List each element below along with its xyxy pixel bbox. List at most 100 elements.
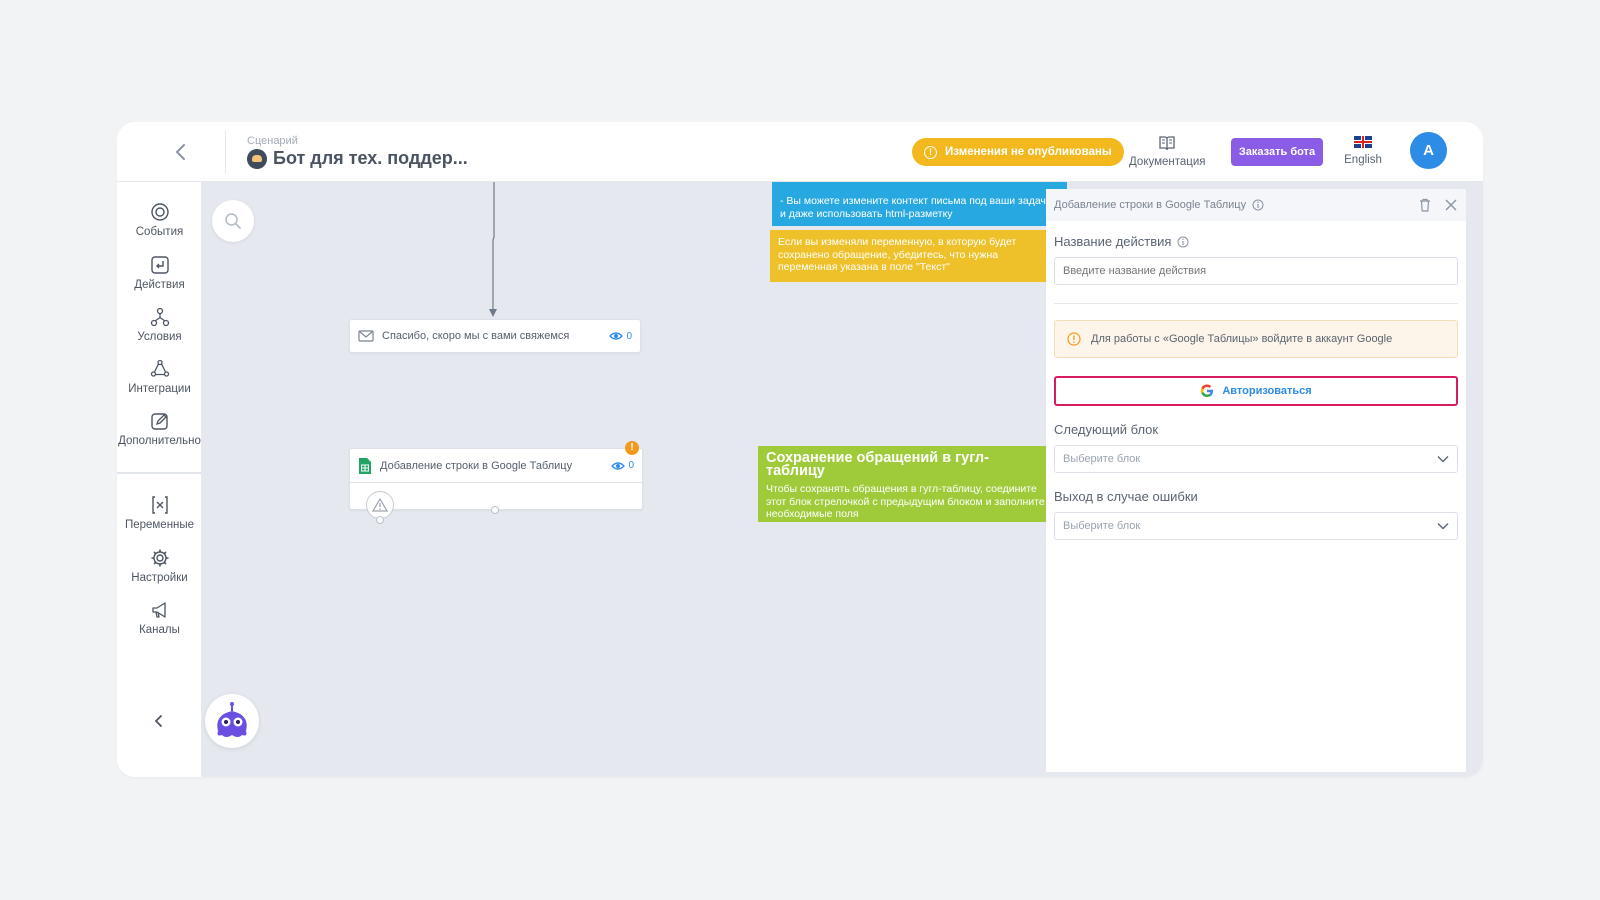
robot-mascot-icon (217, 702, 247, 737)
actions-icon (150, 256, 169, 274)
panel-title: Добавление строки в Google Таблицу (1054, 199, 1247, 211)
error-exit-port[interactable] (366, 491, 394, 519)
info-icon[interactable] (1252, 199, 1264, 211)
sidebar-item-label: Действия (134, 279, 185, 291)
next-block-label: Следующий блок (1054, 422, 1159, 437)
next-block-select-value: Выберите блок (1063, 453, 1141, 465)
megaphone-icon (151, 602, 166, 618)
sidebar-divider (117, 472, 202, 474)
google-sheets-icon (359, 457, 371, 474)
note-green-text: Чтобы сохранять обращения в гугл-таблицу… (766, 483, 1045, 520)
action-settings-panel: Добавление строки в Google Таблицу Назва… (1046, 189, 1466, 772)
conditions-icon (150, 307, 169, 327)
envelope-icon (358, 330, 374, 342)
sidebar-item-label: Переменные (124, 519, 195, 531)
order-bot-button[interactable]: Заказать бота (1231, 138, 1323, 166)
panel-header: Добавление строки в Google Таблицу (1046, 189, 1466, 221)
message-node-label: Спасибо, скоро мы с вами свяжемся (382, 330, 570, 342)
eye-icon (609, 332, 624, 340)
user-avatar[interactable]: A (1410, 132, 1447, 169)
google-login-alert: Для работы с «Google Таблицы» войдите в … (1054, 320, 1458, 358)
panel-divider (1054, 303, 1458, 304)
sidebar-item-label: Настройки (131, 572, 188, 584)
google-sheets-node-label: Добавление строки в Google Таблицу (380, 459, 573, 472)
node-error-badge: ! (625, 441, 639, 455)
note-green-title: Сохранение обращений в гугл-таблицу (766, 450, 989, 479)
google-sheets-node-views-count: 0 (628, 460, 634, 471)
note-yellow[interactable]: Если вы изменяли переменную, в которую б… (770, 230, 1065, 282)
unpublished-badge-label: Изменения не опубликованы (945, 146, 1112, 158)
variables-icon (151, 496, 168, 514)
panel-body: Название действия Для работы с «Google Т… (1046, 221, 1466, 553)
connection-arrow (489, 182, 497, 317)
documentation-link[interactable]: Документация (1129, 134, 1206, 168)
edit-icon (150, 413, 168, 430)
scenario-title[interactable]: Бот для тех. поддер... (247, 148, 468, 169)
assistant-mascot-button[interactable] (205, 694, 259, 748)
sidebar-item-label: Каналы (139, 624, 180, 636)
eye-icon (611, 461, 626, 470)
info-icon[interactable] (1177, 236, 1189, 248)
sidebar-item-events[interactable]: События (117, 202, 202, 238)
canvas-search-button[interactable] (212, 200, 254, 242)
sidebar-item-variables[interactable]: Переменные (117, 495, 202, 531)
left-sidebar: События Действия Условия Интеграции Допо… (117, 182, 202, 777)
scenario-caption: Сценарий (247, 135, 298, 147)
sidebar-item-label: Условия (137, 331, 182, 343)
trash-icon[interactable] (1418, 198, 1432, 212)
collapse-sidebar-button[interactable] (149, 711, 169, 731)
unpublished-badge[interactable]: ! Изменения не опубликованы (912, 138, 1124, 166)
scenario-title-text: Бот для тех. поддер... (273, 148, 468, 168)
events-icon (150, 203, 169, 221)
sidebar-item-conditions[interactable]: Условия (117, 307, 202, 343)
search-icon (225, 213, 241, 229)
message-node-views: 0 (609, 331, 632, 342)
google-login-alert-text: Для работы с «Google Таблицы» войдите в … (1091, 333, 1393, 345)
note-green[interactable]: Сохранение обращений в гугл-таблицу Чтоб… (758, 446, 1054, 522)
language-switcher[interactable]: English (1341, 134, 1385, 166)
authorize-button-label: Авторизоваться (1222, 385, 1312, 397)
note-blue[interactable]: - Вы можете измените контект письма под … (772, 182, 1067, 226)
sidebar-item-label: Интеграции (128, 383, 191, 395)
sidebar-item-channels[interactable]: Каналы (117, 600, 202, 636)
node-port-error[interactable] (376, 516, 384, 524)
chevron-down-icon (1437, 456, 1449, 463)
sidebar-item-label: Дополнительно (118, 435, 201, 447)
close-icon[interactable] (1444, 198, 1458, 212)
error-exit-select-value: Выберите блок (1063, 520, 1141, 532)
sidebar-item-integrations[interactable]: Интеграции (117, 359, 202, 395)
book-icon (1159, 136, 1175, 151)
google-logo-icon (1201, 384, 1214, 397)
sidebar-item-settings[interactable]: Настройки (117, 548, 202, 584)
uk-flag-icon (1354, 136, 1372, 148)
node-port-next[interactable] (491, 506, 499, 514)
google-sheets-node-header: Добавление строки в Google Таблицу 0 (350, 449, 642, 483)
action-name-input[interactable] (1054, 257, 1458, 285)
message-node-views-count: 0 (626, 330, 632, 342)
google-sheets-node-views: 0 (611, 460, 634, 471)
integrations-icon (150, 359, 169, 377)
next-block-select[interactable]: Выберите блок (1054, 445, 1458, 473)
chevron-down-icon (1437, 523, 1449, 530)
action-name-label: Название действия (1054, 234, 1458, 249)
chevron-left-icon (175, 144, 185, 160)
warning-triangle-icon (372, 498, 388, 512)
warning-icon: ! (924, 145, 937, 159)
documentation-label: Документация (1129, 156, 1206, 168)
error-exit-label: Выход в случае ошибки (1054, 489, 1198, 504)
language-label: English (1344, 154, 1382, 166)
warning-circle-icon (1067, 332, 1081, 346)
panel-header-actions (1418, 198, 1458, 212)
message-node[interactable]: Спасибо, скоро мы с вами свяжемся 0 (349, 319, 641, 353)
gear-icon (151, 549, 168, 567)
sidebar-item-additional[interactable]: Дополнительно (117, 411, 202, 447)
header-divider (225, 130, 226, 174)
back-button[interactable] (169, 140, 193, 164)
sidebar-item-label: События (135, 226, 184, 238)
error-exit-select[interactable]: Выберите блок (1054, 512, 1458, 540)
bot-avatar-icon (247, 148, 267, 169)
authorize-google-button[interactable]: Авторизоваться (1054, 376, 1458, 406)
chevron-left-icon (154, 715, 162, 727)
sidebar-item-actions[interactable]: Действия (117, 255, 202, 291)
top-header: Сценарий Бот для тех. поддер... ! Измене… (117, 122, 1483, 182)
